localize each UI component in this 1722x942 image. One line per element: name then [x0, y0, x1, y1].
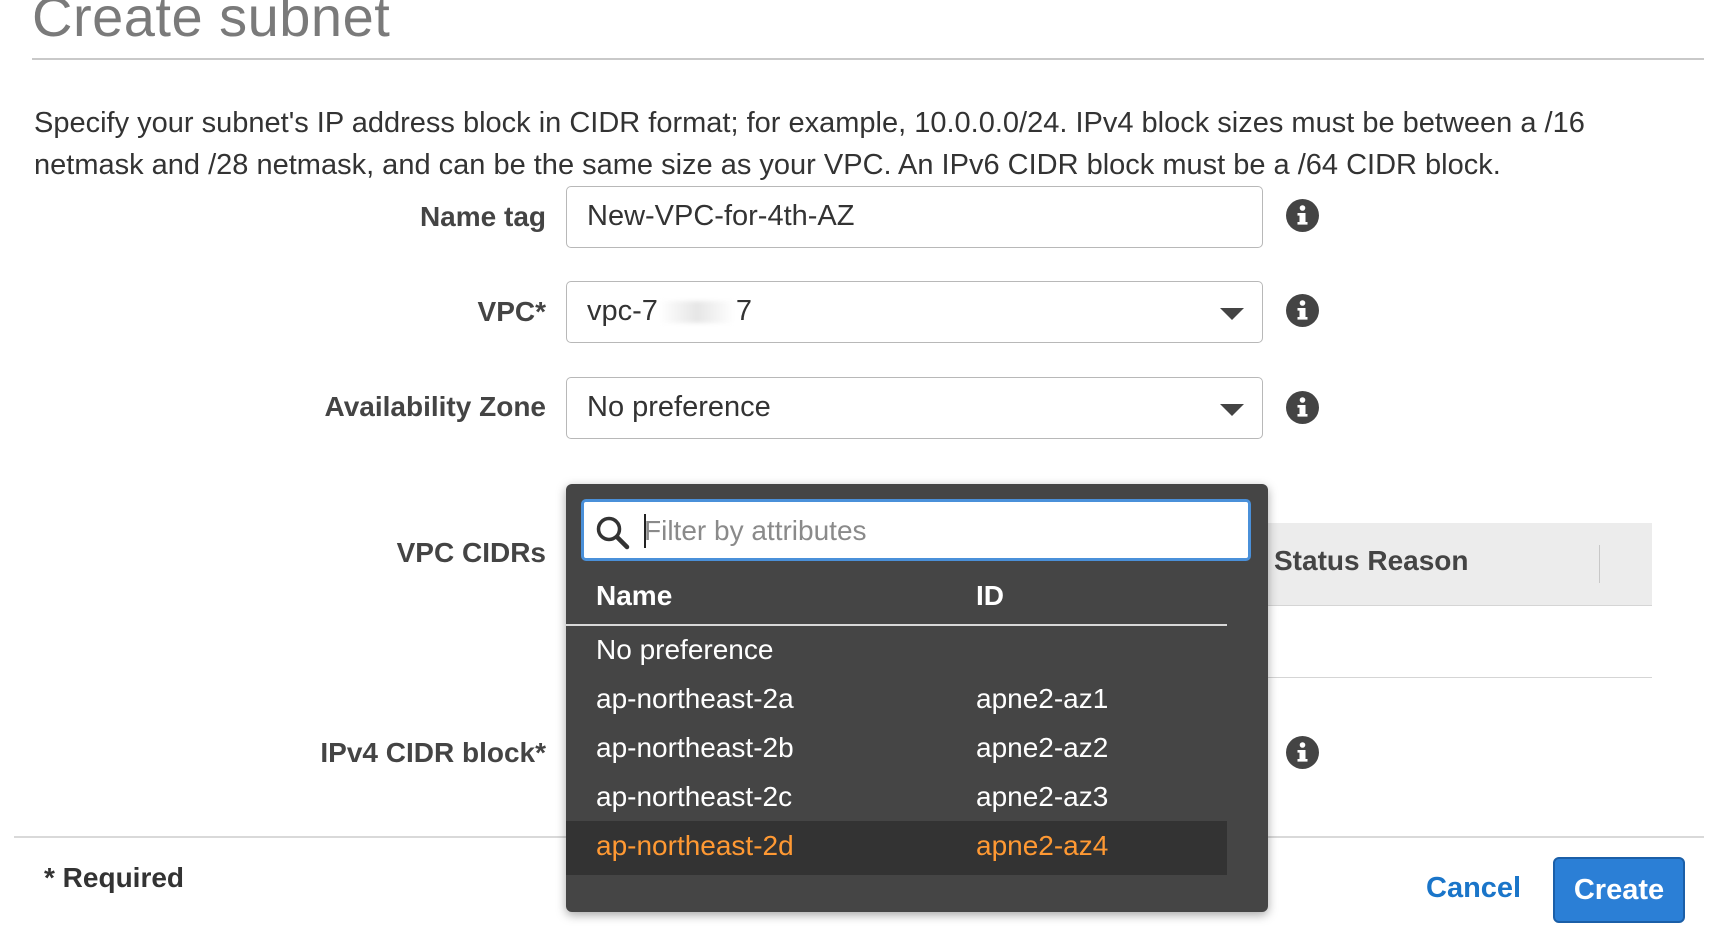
availability-zone-dropdown: Name ID No preference ap-northeast-2a ap…	[566, 484, 1268, 912]
info-icon[interactable]	[1286, 294, 1319, 327]
option-name: No preference	[596, 634, 774, 665]
column-divider	[1599, 545, 1600, 583]
option-name: ap-northeast-2c	[596, 781, 793, 812]
filter-input-box[interactable]	[581, 499, 1251, 561]
vpc-value-prefix: vpc-7	[587, 295, 658, 327]
name-tag-input[interactable]: New-VPC-for-4th-AZ	[566, 186, 1263, 248]
vpc-select[interactable]: vpc-7 7	[566, 281, 1263, 343]
search-icon	[594, 514, 632, 557]
redacted-mask	[659, 301, 734, 324]
option-name: ap-northeast-2d	[596, 830, 794, 861]
text-cursor	[644, 514, 646, 548]
availability-zone-value: No preference	[587, 391, 771, 423]
vpc-label: VPC*	[477, 296, 546, 327]
option-name: ap-northeast-2a	[596, 683, 794, 714]
title-divider	[32, 58, 1704, 60]
availability-zone-label: Availability Zone	[324, 391, 546, 422]
dropdown-option[interactable]: ap-northeast-2a apne2-az1	[566, 674, 1227, 728]
dropdown-header: Name ID	[566, 580, 1227, 626]
page-description: Specify your subnet's IP address block i…	[34, 107, 1585, 181]
dropdown-option[interactable]: ap-northeast-2c apne2-az3	[566, 772, 1227, 826]
required-note: * Required	[44, 862, 185, 893]
vpc-value-suffix: 7	[735, 295, 753, 327]
chevron-down-icon	[1220, 308, 1244, 320]
info-icon[interactable]	[1286, 391, 1319, 424]
dropdown-option-highlighted[interactable]: ap-northeast-2d apne2-az4	[566, 821, 1227, 875]
info-icon[interactable]	[1286, 199, 1319, 232]
option-name: ap-northeast-2b	[596, 732, 794, 763]
ipv4-cidr-label: IPv4 CIDR block*	[320, 737, 546, 768]
option-id: apne2-az1	[976, 683, 1109, 714]
dropdown-option[interactable]: No preference	[566, 625, 1227, 679]
chevron-down-icon	[1220, 404, 1244, 416]
filter-input[interactable]	[642, 510, 1236, 552]
option-id: apne2-az3	[976, 781, 1109, 812]
name-tag-label: Name tag	[419, 201, 546, 232]
option-id: apne2-az4	[976, 830, 1109, 861]
availability-zone-select[interactable]: No preference	[566, 377, 1263, 439]
vpc-cidrs-label: VPC CIDRs	[396, 537, 546, 568]
name-column-header: Name	[596, 580, 673, 611]
status-reason-header[interactable]: Status Reason	[1274, 545, 1469, 577]
page-title: Create subnet	[32, 0, 391, 48]
table-divider	[1240, 677, 1652, 678]
cancel-button[interactable]: Cancel	[1426, 872, 1521, 905]
info-icon[interactable]	[1286, 736, 1319, 769]
option-id: apne2-az2	[976, 732, 1109, 763]
create-button[interactable]: Create	[1553, 857, 1685, 923]
id-column-header: ID	[976, 580, 1004, 611]
dropdown-option[interactable]: ap-northeast-2b apne2-az2	[566, 723, 1227, 777]
vpc-cidrs-table-header: Status Reason	[1240, 523, 1652, 606]
